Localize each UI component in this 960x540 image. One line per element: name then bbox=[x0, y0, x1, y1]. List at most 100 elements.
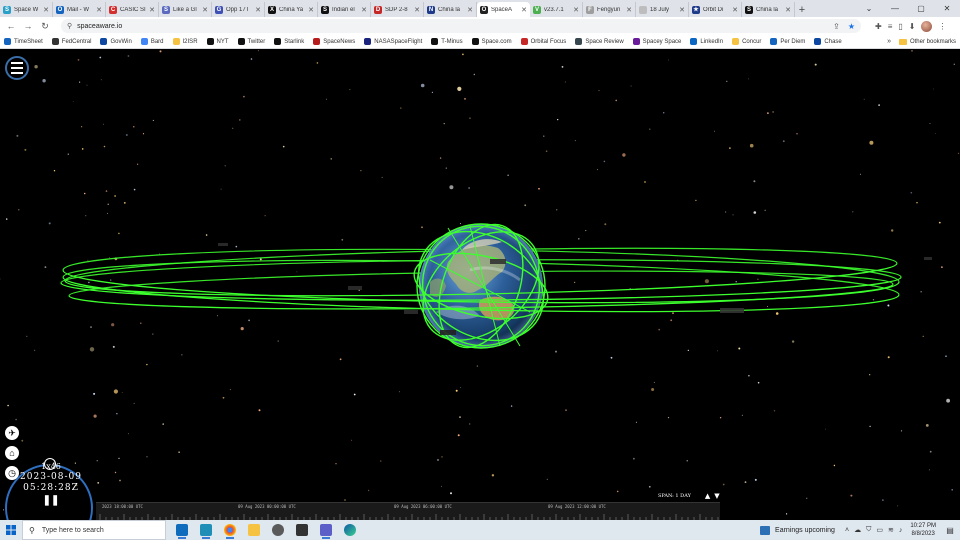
bookmark-item[interactable]: Twitter bbox=[237, 38, 265, 45]
weather-widget[interactable]: Earnings upcoming bbox=[760, 525, 835, 535]
browser-tab[interactable]: C CASIC SI ✕ bbox=[106, 2, 159, 17]
tab-close-icon[interactable]: ✕ bbox=[679, 6, 685, 14]
calculator-icon[interactable] bbox=[292, 521, 312, 539]
tab-close-icon[interactable]: ✕ bbox=[202, 6, 208, 14]
bookmark-item[interactable]: Concur bbox=[732, 38, 761, 45]
share-icon[interactable]: ⇪ bbox=[833, 22, 840, 31]
close-window-button[interactable]: ✕ bbox=[934, 0, 960, 17]
extensions-icon[interactable]: ✚ bbox=[875, 22, 882, 31]
bookmark-item[interactable]: Per Diem bbox=[770, 38, 805, 45]
edge-app-icon[interactable] bbox=[340, 521, 360, 539]
bookmark-item[interactable]: LinkedIn bbox=[690, 38, 723, 45]
cloud-icon[interactable]: ☁ bbox=[854, 526, 861, 534]
bookmark-item[interactable]: Chase bbox=[814, 38, 842, 45]
wifi-icon[interactable]: ≋ bbox=[888, 526, 894, 534]
outlook-app-icon[interactable] bbox=[172, 521, 192, 539]
minimize-button[interactable]: — bbox=[882, 0, 908, 17]
tab-close-icon[interactable]: ✕ bbox=[732, 6, 738, 14]
bookmark-item[interactable]: Orbital Focus bbox=[520, 38, 566, 45]
reading-list-icon[interactable]: ≡ bbox=[888, 22, 893, 31]
browser-tab[interactable]: G Opp 17T ✕ bbox=[212, 2, 265, 17]
volume-icon[interactable]: ♪ bbox=[899, 527, 903, 534]
bookmark-item[interactable]: Space.com bbox=[471, 38, 512, 45]
chrome-app-icon[interactable] bbox=[220, 521, 240, 539]
star bbox=[282, 145, 285, 148]
bookmarks-overflow-button[interactable]: » bbox=[887, 38, 891, 45]
security-icon[interactable]: ⛉ bbox=[866, 526, 871, 534]
tab-close-icon[interactable]: ✕ bbox=[149, 6, 155, 14]
tab-close-icon[interactable]: ✕ bbox=[414, 6, 420, 14]
tab-close-icon[interactable]: ✕ bbox=[308, 6, 314, 14]
browser-tab[interactable]: S Space W ✕ bbox=[0, 2, 53, 17]
bookmark-item[interactable]: SpaceNews bbox=[313, 38, 355, 45]
browser-tab[interactable]: O SpaceA ✕ bbox=[477, 2, 530, 17]
bookmark-item[interactable]: T-Minus bbox=[431, 38, 463, 45]
address-bar[interactable]: ⚲ spaceaware.io ⇪ ★ bbox=[61, 19, 861, 33]
tab-close-icon[interactable]: ✕ bbox=[96, 6, 102, 14]
space-app-icon[interactable] bbox=[196, 521, 216, 539]
main-menu-button[interactable] bbox=[5, 56, 29, 80]
browser-tab[interactable]: X China Ya ✕ bbox=[265, 2, 318, 17]
star bbox=[277, 340, 279, 342]
browser-tab[interactable]: F Fengyun ✕ bbox=[583, 2, 636, 17]
bookmark-item[interactable]: FedCentral bbox=[51, 38, 91, 45]
span-decrease-button[interactable]: ▼ bbox=[714, 492, 719, 500]
tab-close-icon[interactable]: ✕ bbox=[573, 6, 579, 14]
teams-app-icon[interactable] bbox=[316, 521, 336, 539]
tab-close-icon[interactable]: ✕ bbox=[361, 6, 367, 14]
browser-tab[interactable]: S China la ✕ bbox=[742, 2, 795, 17]
bookmark-item[interactable]: NYT bbox=[206, 38, 229, 45]
download-icon[interactable]: ⬇ bbox=[909, 22, 916, 31]
side-panel-icon[interactable]: ▯ bbox=[898, 22, 902, 31]
satellite-icon[interactable]: ✈ bbox=[5, 426, 19, 440]
new-tab-button[interactable]: + bbox=[795, 2, 809, 17]
browser-tab[interactable]: Vv23.7.1 ✕ bbox=[530, 2, 583, 17]
bookmark-item[interactable]: GovWin bbox=[100, 38, 132, 45]
forward-button[interactable]: → bbox=[21, 19, 35, 33]
tab-close-icon[interactable]: ✕ bbox=[255, 6, 261, 14]
bookmark-item[interactable]: Starlink bbox=[274, 38, 304, 45]
taskbar-search[interactable]: ⚲ Type here to search bbox=[22, 520, 166, 540]
bookmark-item[interactable]: Space Review bbox=[575, 38, 624, 45]
media-app-icon[interactable] bbox=[268, 521, 288, 539]
tray-expand-icon[interactable]: ˄ bbox=[845, 527, 849, 534]
pause-button[interactable]: ❚❚ bbox=[6, 495, 96, 506]
bookmark-item[interactable]: TimeSheet bbox=[4, 38, 43, 45]
maximize-button[interactable]: ▢ bbox=[908, 0, 934, 17]
site-info-icon[interactable]: ⚲ bbox=[67, 22, 72, 30]
bookmark-star-icon[interactable]: ★ bbox=[848, 22, 855, 31]
network-icon[interactable]: ▭ bbox=[876, 526, 883, 534]
tab-close-icon[interactable]: ✕ bbox=[43, 6, 49, 14]
taskbar-clock[interactable]: 10:27 PM 8/8/2023 bbox=[910, 522, 936, 538]
browser-tab[interactable]: ★ Orbit Di ✕ bbox=[689, 2, 742, 17]
tab-close-icon[interactable]: ✕ bbox=[626, 6, 632, 14]
browser-tab[interactable]: N China la ✕ bbox=[424, 2, 477, 17]
tab-close-icon[interactable]: ✕ bbox=[785, 6, 791, 14]
browser-tab[interactable]: S Like a Gl ✕ bbox=[159, 2, 212, 17]
menu-kebab-icon[interactable]: ⋮ bbox=[938, 22, 946, 31]
tab-search-button[interactable]: ⌄ bbox=[856, 0, 882, 17]
browser-tab[interactable]: 18 July ✕ bbox=[636, 2, 689, 17]
home-icon[interactable]: ⌂ bbox=[5, 446, 19, 460]
file-explorer-icon[interactable] bbox=[244, 521, 264, 539]
reload-button[interactable]: ↻ bbox=[38, 19, 52, 33]
bookmark-item[interactable]: Bard bbox=[140, 38, 164, 45]
browser-tab[interactable]: S Indian el ✕ bbox=[318, 2, 371, 17]
timeline-scrubber[interactable]: 2023 18:00:00 UTC 09 Aug 2023 00:00:00 U… bbox=[96, 502, 720, 520]
tab-close-icon[interactable]: ✕ bbox=[467, 6, 473, 14]
profile-avatar[interactable] bbox=[921, 20, 933, 32]
globe-viewport[interactable]: ✈ ⌂ ◷ 1x46 2023-08-09 05:28:28Z ❚❚ SPAN:… bbox=[0, 50, 960, 520]
back-button[interactable]: ← bbox=[4, 19, 18, 33]
span-increase-button[interactable]: ▲ bbox=[705, 492, 710, 500]
bookmark-item[interactable]: NASASpaceFlight bbox=[364, 38, 422, 45]
star bbox=[178, 451, 180, 453]
browser-tab[interactable]: O Mail - W ✕ bbox=[53, 2, 106, 17]
other-bookmarks-folder[interactable]: Other bookmarks bbox=[898, 38, 956, 45]
notification-icon[interactable]: ▤ bbox=[944, 524, 956, 536]
tab-close-icon[interactable]: ✕ bbox=[521, 6, 527, 14]
bookmark-item[interactable]: I2ISR bbox=[172, 38, 198, 45]
star bbox=[929, 450, 932, 453]
start-button[interactable] bbox=[0, 520, 22, 540]
bookmark-item[interactable]: Spacey Space bbox=[632, 38, 681, 45]
browser-tab[interactable]: D SDP 2-8 ✕ bbox=[371, 2, 424, 17]
